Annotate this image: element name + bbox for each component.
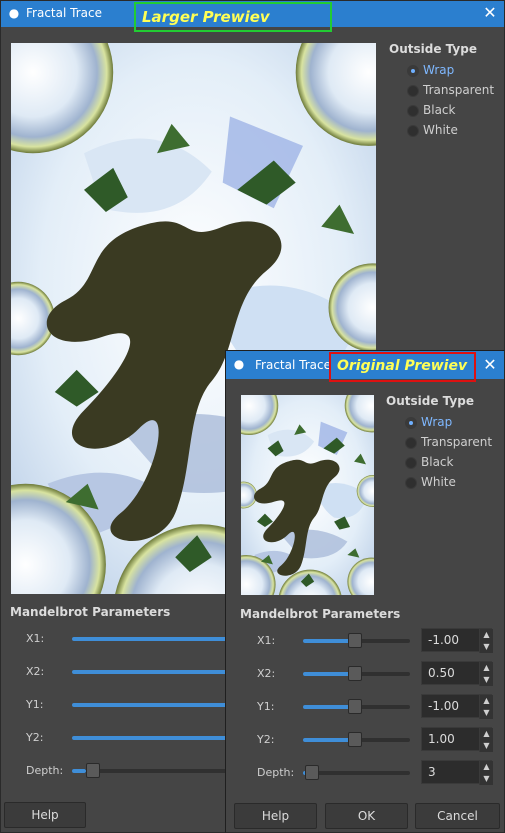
x2-spinbox[interactable]: 0.50 ▲ ▼ bbox=[421, 661, 493, 686]
radio-button[interactable] bbox=[407, 105, 419, 117]
param-label-y1: Y1: bbox=[257, 700, 275, 713]
slider-y1[interactable] bbox=[72, 703, 232, 707]
slider-handle[interactable] bbox=[305, 765, 319, 780]
radio-label: Wrap bbox=[423, 63, 455, 77]
slider-x1[interactable] bbox=[303, 633, 410, 648]
slider-handle[interactable] bbox=[348, 732, 362, 747]
spin-value[interactable]: -1.00 bbox=[428, 633, 459, 647]
chevron-up-icon[interactable]: ▲ bbox=[480, 629, 493, 640]
slider-x2[interactable] bbox=[303, 666, 410, 681]
param-label-x1: X1: bbox=[26, 632, 45, 645]
param-label-y1: Y1: bbox=[26, 698, 44, 711]
y2-spinbox[interactable]: 1.00 ▲ ▼ bbox=[421, 727, 493, 752]
radio-label: Black bbox=[421, 455, 454, 469]
spin-value[interactable]: 0.50 bbox=[428, 666, 455, 680]
slider-depth[interactable] bbox=[72, 763, 232, 778]
chevron-down-icon[interactable]: ▼ bbox=[480, 707, 493, 718]
chevron-up-icon[interactable]: ▲ bbox=[480, 728, 493, 739]
chevron-down-icon[interactable]: ▼ bbox=[480, 740, 493, 751]
mandelbrot-title: Mandelbrot Parameters bbox=[240, 607, 401, 621]
spin-value[interactable]: -1.00 bbox=[428, 699, 459, 713]
radio-label: Black bbox=[423, 103, 456, 117]
slider-y2[interactable] bbox=[303, 732, 410, 747]
cancel-button[interactable]: Cancel bbox=[415, 803, 500, 829]
param-label-depth: Depth: bbox=[257, 766, 295, 779]
slider-x2[interactable] bbox=[72, 670, 232, 674]
slider-handle[interactable] bbox=[348, 633, 362, 648]
radio-button[interactable] bbox=[405, 437, 417, 449]
gimp-icon: ● bbox=[8, 6, 20, 20]
help-button[interactable]: Help bbox=[4, 802, 86, 828]
slider-handle[interactable] bbox=[86, 763, 100, 778]
radio-label: Transparent bbox=[421, 435, 493, 449]
radio-label: White bbox=[421, 475, 456, 489]
param-label-x1: X1: bbox=[257, 634, 276, 647]
window-title: Fractal Trace bbox=[26, 6, 102, 20]
radio-label: Wrap bbox=[421, 415, 453, 429]
chevron-up-icon[interactable]: ▲ bbox=[480, 761, 493, 772]
slider-x1[interactable] bbox=[72, 637, 232, 641]
param-label-depth: Depth: bbox=[26, 764, 64, 777]
radio-button[interactable] bbox=[407, 65, 419, 77]
spin-value[interactable]: 3 bbox=[428, 765, 436, 779]
chevron-down-icon[interactable]: ▼ bbox=[480, 641, 493, 652]
preview-image bbox=[241, 395, 374, 595]
ok-button[interactable]: OK bbox=[325, 803, 408, 829]
close-icon[interactable]: ✕ bbox=[480, 3, 500, 23]
larger-preview-annotation: Larger Prewiev bbox=[134, 2, 332, 32]
param-label-x2: X2: bbox=[257, 667, 276, 680]
slider-y1[interactable] bbox=[303, 699, 410, 714]
chevron-down-icon[interactable]: ▼ bbox=[480, 773, 493, 784]
slider-y2[interactable] bbox=[72, 736, 232, 740]
param-label-y2: Y2: bbox=[26, 731, 44, 744]
chevron-up-icon[interactable]: ▲ bbox=[480, 695, 493, 706]
help-button[interactable]: Help bbox=[234, 803, 317, 829]
outside-type-title: Outside Type bbox=[386, 394, 474, 408]
radio-button[interactable] bbox=[405, 417, 417, 429]
radio-button[interactable] bbox=[405, 477, 417, 489]
gimp-icon: ● bbox=[233, 357, 245, 371]
chevron-down-icon[interactable]: ▼ bbox=[480, 674, 493, 685]
spin-value[interactable]: 1.00 bbox=[428, 732, 455, 746]
outside-type-title: Outside Type bbox=[389, 42, 477, 56]
chevron-up-icon[interactable]: ▲ bbox=[480, 662, 493, 673]
param-label-y2: Y2: bbox=[257, 733, 275, 746]
depth-spinbox[interactable]: 3 ▲ ▼ bbox=[421, 760, 493, 785]
original-preview-window: ● Fractal Trace ✕ Original Prewiev Outsi… bbox=[225, 350, 505, 833]
window-title: Fractal Trace bbox=[255, 358, 331, 372]
close-icon[interactable]: ✕ bbox=[480, 355, 500, 375]
radio-button[interactable] bbox=[405, 457, 417, 469]
param-label-x2: X2: bbox=[26, 665, 45, 678]
slider-handle[interactable] bbox=[348, 699, 362, 714]
radio-label: Transparent bbox=[423, 83, 495, 97]
radio-button[interactable] bbox=[407, 125, 419, 137]
slider-depth[interactable] bbox=[303, 765, 410, 780]
fractal-preview bbox=[241, 395, 374, 595]
slider-handle[interactable] bbox=[348, 666, 362, 681]
y1-spinbox[interactable]: -1.00 ▲ ▼ bbox=[421, 694, 493, 719]
radio-button[interactable] bbox=[407, 85, 419, 97]
radio-label: White bbox=[423, 123, 458, 137]
original-preview-annotation: Original Prewiev bbox=[329, 352, 476, 382]
x1-spinbox[interactable]: -1.00 ▲ ▼ bbox=[421, 628, 493, 653]
mandelbrot-title: Mandelbrot Parameters bbox=[10, 605, 171, 619]
